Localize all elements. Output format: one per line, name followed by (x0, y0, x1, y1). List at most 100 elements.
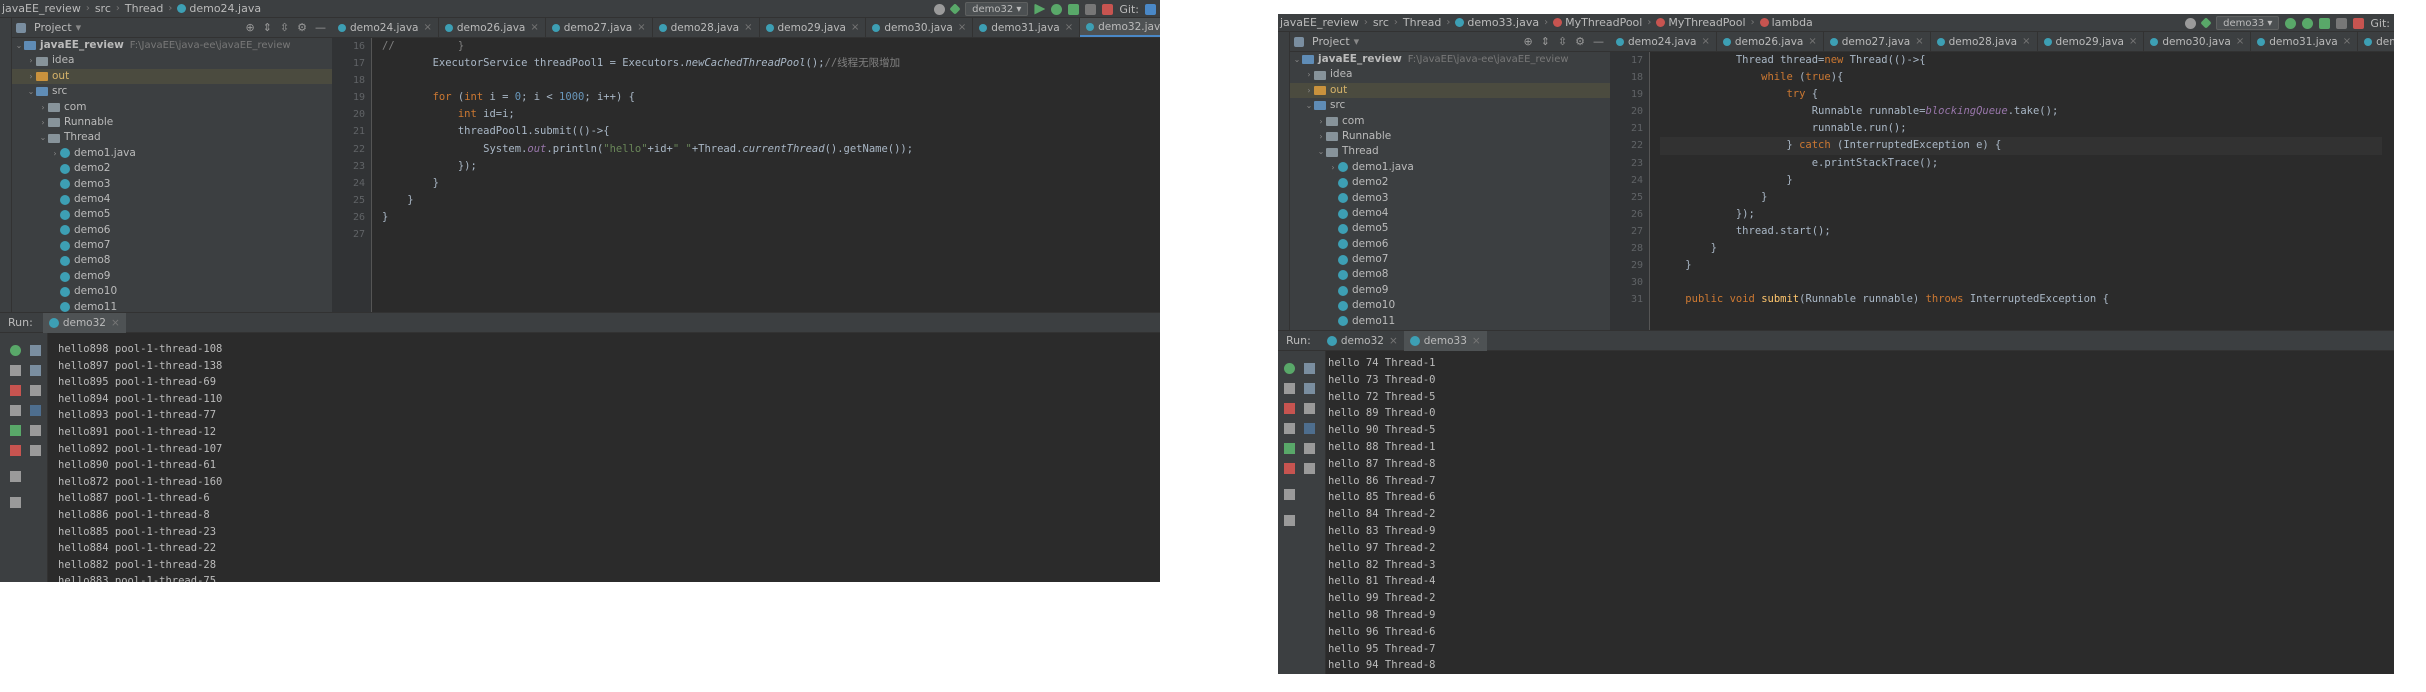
editor-tab[interactable]: demo30.java × (2144, 32, 2252, 51)
print-icon[interactable] (1304, 443, 1315, 454)
chevron-right-icon[interactable]: › (1304, 67, 1314, 82)
tree-item[interactable]: demo11 (12, 300, 332, 312)
chevron-right-icon[interactable]: › (38, 115, 48, 130)
close-icon[interactable]: × (1065, 22, 1073, 33)
code-line[interactable] (382, 226, 1160, 243)
gear-icon[interactable]: ⚙ (1575, 35, 1585, 48)
editor-tab[interactable]: demo32.java× (2358, 32, 2394, 51)
trash-icon[interactable] (1304, 463, 1315, 474)
profile-icon[interactable] (1085, 3, 1097, 15)
breadcrumb[interactable]: Thread (1403, 16, 1441, 29)
code-line[interactable]: public void submit(Runnable runnable) th… (1660, 291, 2394, 308)
code-line[interactable] (1660, 274, 2394, 291)
tree-item[interactable]: demo11 (1290, 314, 1610, 329)
tree-item[interactable]: ⌄ Thread (1290, 144, 1610, 159)
stop-icon[interactable] (1284, 403, 1295, 414)
collapse-all-icon[interactable]: ⇳ (1558, 35, 1567, 48)
code-line[interactable]: Runnable runnable=blockingQueue.take(); (1660, 103, 2394, 120)
tree-item[interactable]: demo10 (12, 284, 332, 299)
coverage-icon[interactable] (1068, 3, 1080, 15)
camera-icon[interactable] (1284, 423, 1295, 434)
code-line[interactable]: } (382, 175, 1160, 192)
git-label[interactable]: Git: (1119, 3, 1139, 16)
close-icon[interactable]: × (2022, 36, 2030, 47)
code-line[interactable]: } catch (InterruptedException e) { (1660, 137, 2394, 155)
code-line[interactable]: }); (382, 158, 1160, 175)
editor-tab[interactable]: demo27.java × (546, 18, 653, 37)
git-label[interactable]: Git: (2370, 17, 2390, 30)
chevron-down-icon[interactable]: ⌄ (1292, 52, 1302, 67)
close-icon[interactable]: × (530, 22, 538, 33)
code-line[interactable]: }); (1660, 206, 2394, 223)
breadcrumb[interactable]: src (1373, 16, 1389, 29)
code-line[interactable]: // } (382, 38, 1160, 55)
minimize-icon[interactable]: — (1593, 35, 1604, 48)
close-icon[interactable]: × (2129, 36, 2137, 47)
tree-item[interactable]: demo7 (1290, 252, 1610, 267)
breadcrumb[interactable]: lambda (1759, 16, 1813, 29)
wrench-icon[interactable] (1284, 383, 1295, 394)
code-line[interactable]: } (1660, 257, 2394, 274)
rerun-icon[interactable] (10, 345, 21, 356)
locate-icon[interactable]: ⊕ (245, 21, 254, 34)
editor-tab[interactable]: demo24.java × (1610, 32, 1717, 51)
close-icon[interactable]: × (744, 22, 752, 33)
chevron-down-icon[interactable]: ▾ (76, 21, 82, 34)
console-output[interactable]: hello898 pool-1-thread-108 hello897 pool-… (58, 341, 1160, 582)
close-icon[interactable]: × (958, 22, 966, 33)
exit-icon[interactable] (10, 445, 21, 456)
tree-item[interactable]: › com (1290, 114, 1610, 129)
chevron-right-icon[interactable]: › (38, 100, 48, 115)
chevron-right-icon[interactable]: › (26, 53, 36, 68)
chevron-down-icon[interactable]: ▾ (1354, 35, 1360, 48)
breadcrumb[interactable]: MyThreadPool (1553, 16, 1642, 29)
project-root[interactable]: ⌄ javaEE_review F:\JavaEE\java-ee\javaEE… (1290, 52, 1610, 67)
tree-item[interactable]: ⌄ src (12, 84, 332, 99)
scroll-up-icon[interactable] (1304, 363, 1315, 374)
chevron-right-icon[interactable]: › (1328, 160, 1338, 175)
chevron-right-icon[interactable]: › (1304, 83, 1314, 98)
editor-tab[interactable]: demo29.java × (760, 18, 867, 37)
tree-item[interactable]: demo3 (1290, 191, 1610, 206)
editor-scrollbar[interactable] (1148, 38, 1160, 312)
code-editor[interactable]: Thread thread=new Thread(()->{ while (tr… (1660, 52, 2394, 330)
chevron-right-icon[interactable]: › (1316, 114, 1326, 129)
profile-icon[interactable] (2336, 17, 2348, 29)
close-icon[interactable]: × (1915, 36, 1923, 47)
gear-icon[interactable]: ⚙ (297, 21, 307, 34)
user-icon[interactable] (2185, 17, 2197, 29)
breadcrumb[interactable]: src (95, 2, 111, 15)
breadcrumb[interactable]: demo33.java (1455, 16, 1539, 29)
build-icon[interactable] (949, 3, 961, 15)
chevron-down-icon[interactable]: ⌄ (26, 84, 36, 99)
code-line[interactable]: e.printStackTrace(); (1660, 155, 2394, 172)
chevron-right-icon[interactable]: › (1316, 129, 1326, 144)
editor-tab[interactable]: demo30.java × (866, 18, 974, 37)
editor-tab[interactable]: demo29.java × (2038, 32, 2145, 51)
run-config-select[interactable]: demo32 ▾ (965, 2, 1029, 16)
code-line[interactable]: } (1660, 189, 2394, 206)
breadcrumb[interactable]: MyThreadPool (1656, 16, 1746, 29)
code-line[interactable]: threadPool1.submit(()->{ (382, 123, 1160, 140)
camera-icon[interactable] (10, 405, 21, 416)
close-icon[interactable]: × (637, 22, 645, 33)
coverage-icon[interactable] (2319, 17, 2331, 29)
tree-item[interactable]: demo10 (1290, 298, 1610, 313)
build-icon[interactable] (2200, 17, 2212, 29)
layout-icon[interactable] (10, 471, 21, 482)
console-output[interactable]: hello 74 Thread-1 hello 73 Thread-0 hello … (1328, 355, 2394, 674)
tree-item[interactable]: › idea (1290, 67, 1610, 82)
tree-item[interactable]: demo8 (12, 253, 332, 268)
tree-item[interactable]: demo6 (12, 223, 332, 238)
chevron-down-icon[interactable]: ⌄ (1304, 98, 1314, 113)
tree-item[interactable]: › idea (12, 53, 332, 68)
stop-icon[interactable] (10, 385, 21, 396)
rerun-icon[interactable] (2285, 17, 2297, 29)
chevron-right-icon[interactable]: › (26, 69, 36, 84)
print-icon[interactable] (30, 425, 41, 436)
code-line[interactable]: } (1660, 240, 2394, 257)
code-line[interactable]: } (382, 192, 1160, 209)
tree-item[interactable]: demo3 (12, 177, 332, 192)
pin-icon[interactable] (10, 497, 21, 508)
code-line[interactable]: System.out.println("hello"+id+" "+Thread… (382, 141, 1160, 158)
